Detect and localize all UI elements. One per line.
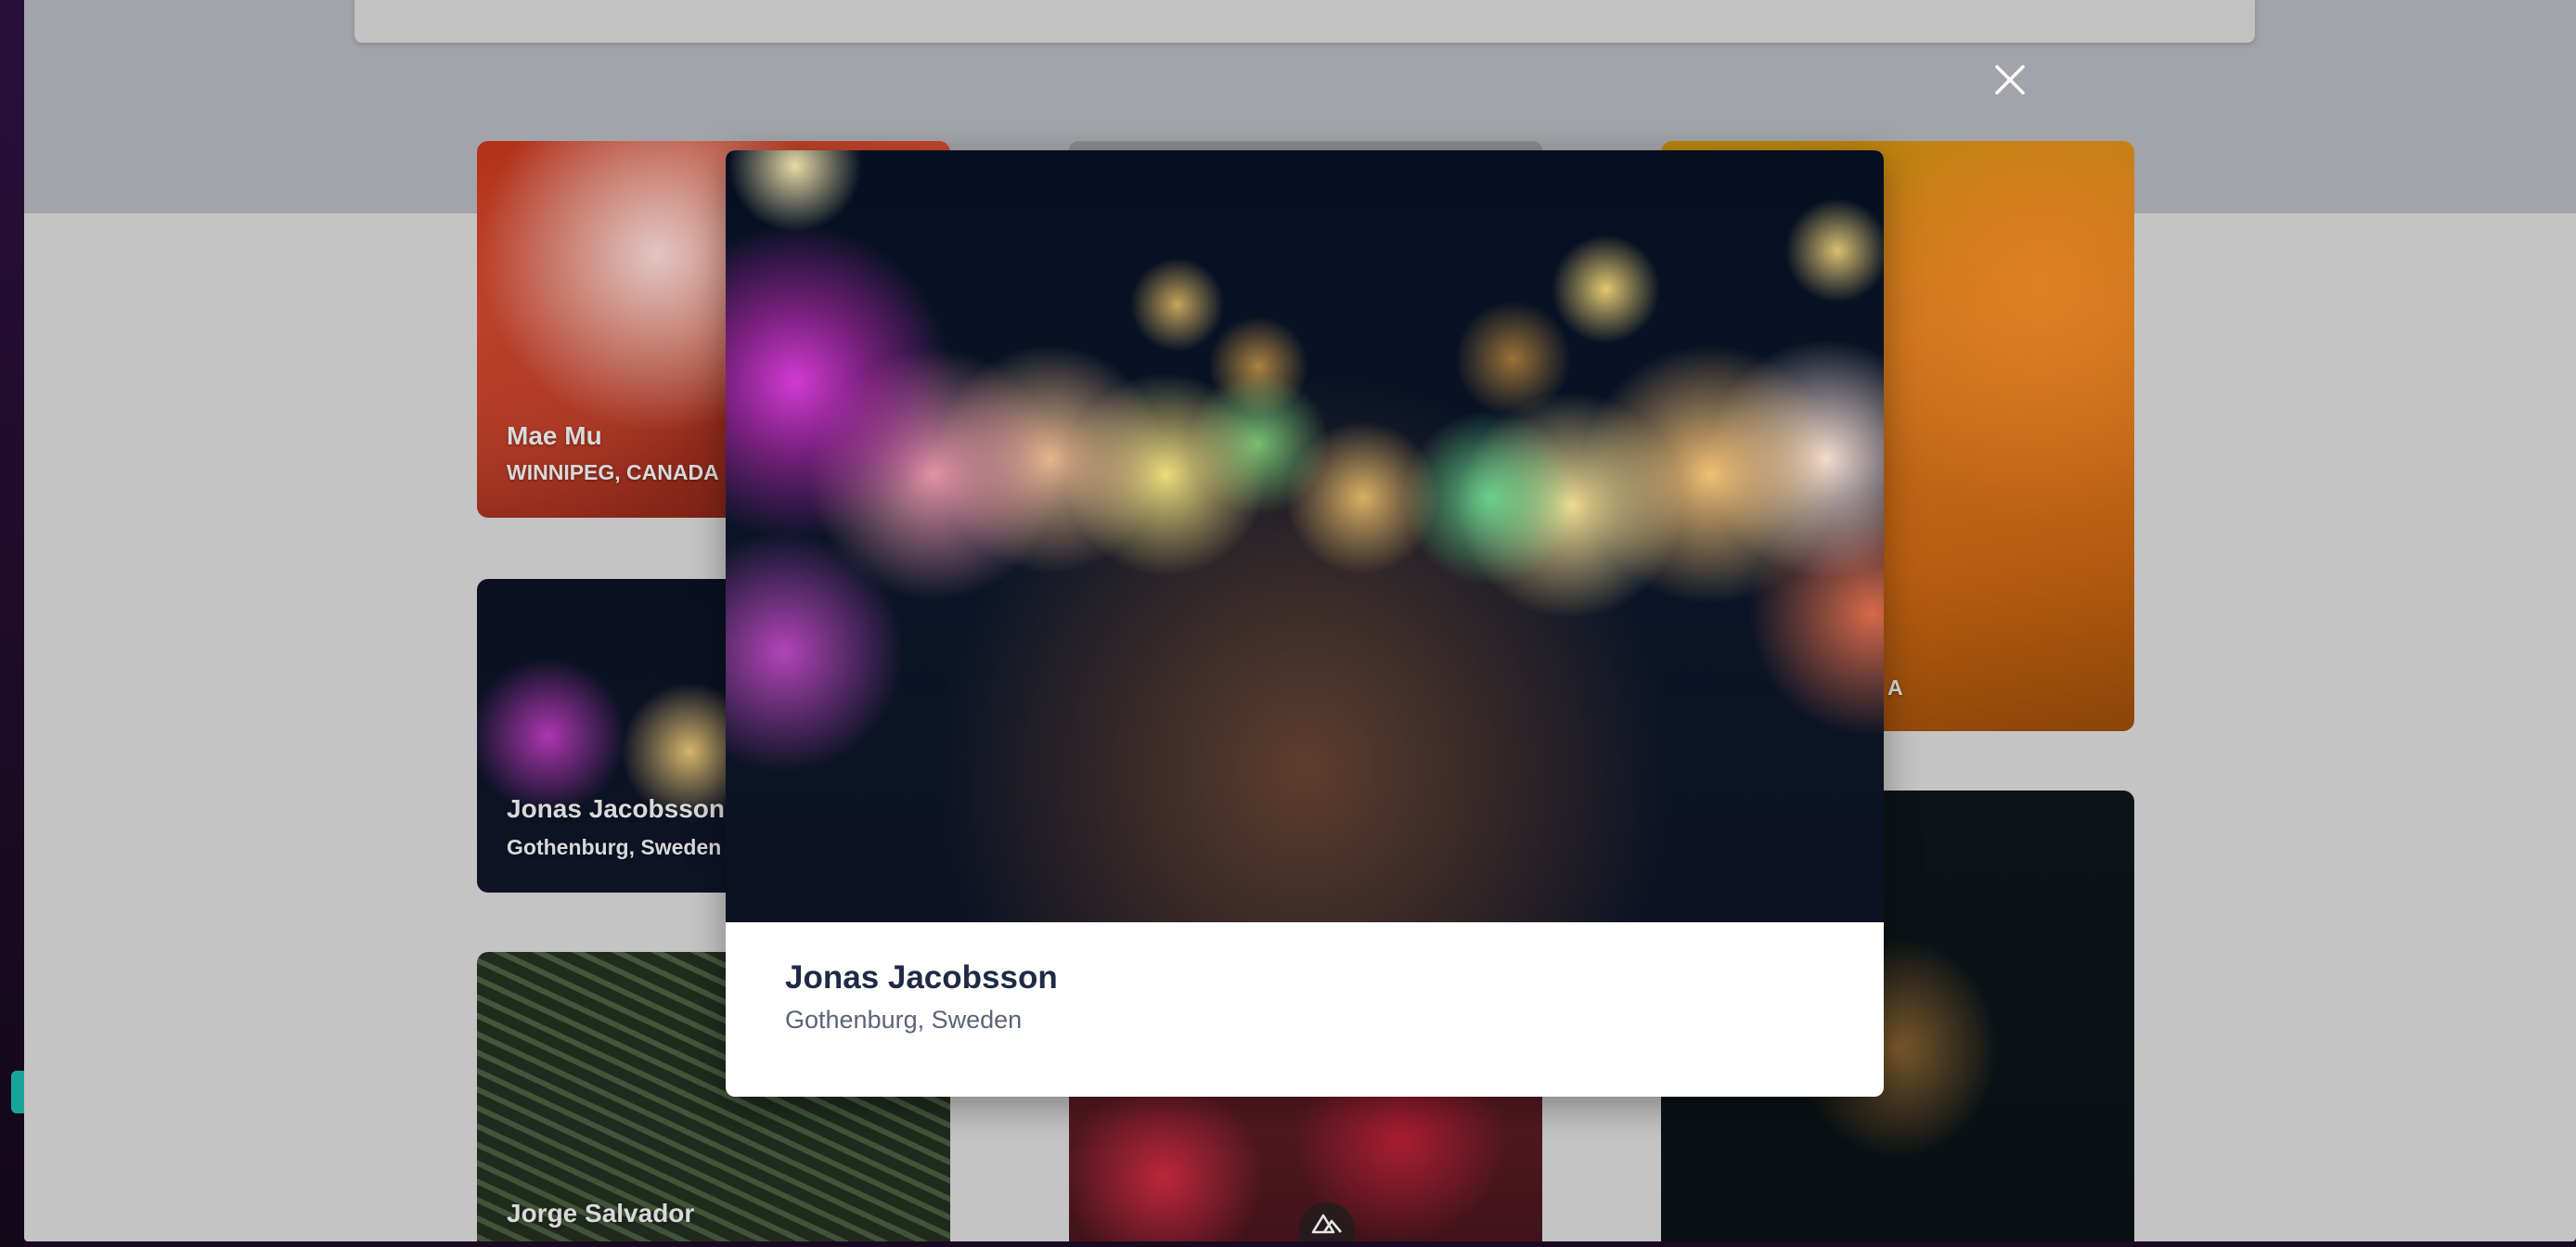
close-button[interactable] (1990, 59, 2030, 100)
photo-modal: Jonas Jacobsson Gothenburg, Sweden (726, 150, 1884, 1097)
close-icon (1995, 65, 2025, 95)
modal-photo (726, 150, 1884, 922)
modal-location: Gothenburg, Sweden (785, 1006, 1023, 1034)
mountain-logo-icon (1311, 1214, 1342, 1234)
modal-photographer-name: Jonas Jacobsson (785, 959, 1058, 996)
desktop-background (0, 0, 24, 1247)
desktop-dock-indicator (11, 1071, 24, 1113)
browser-viewport: Mae Mu WINNIPEG, CANADA Jonas Jacobsson … (24, 0, 2576, 1241)
